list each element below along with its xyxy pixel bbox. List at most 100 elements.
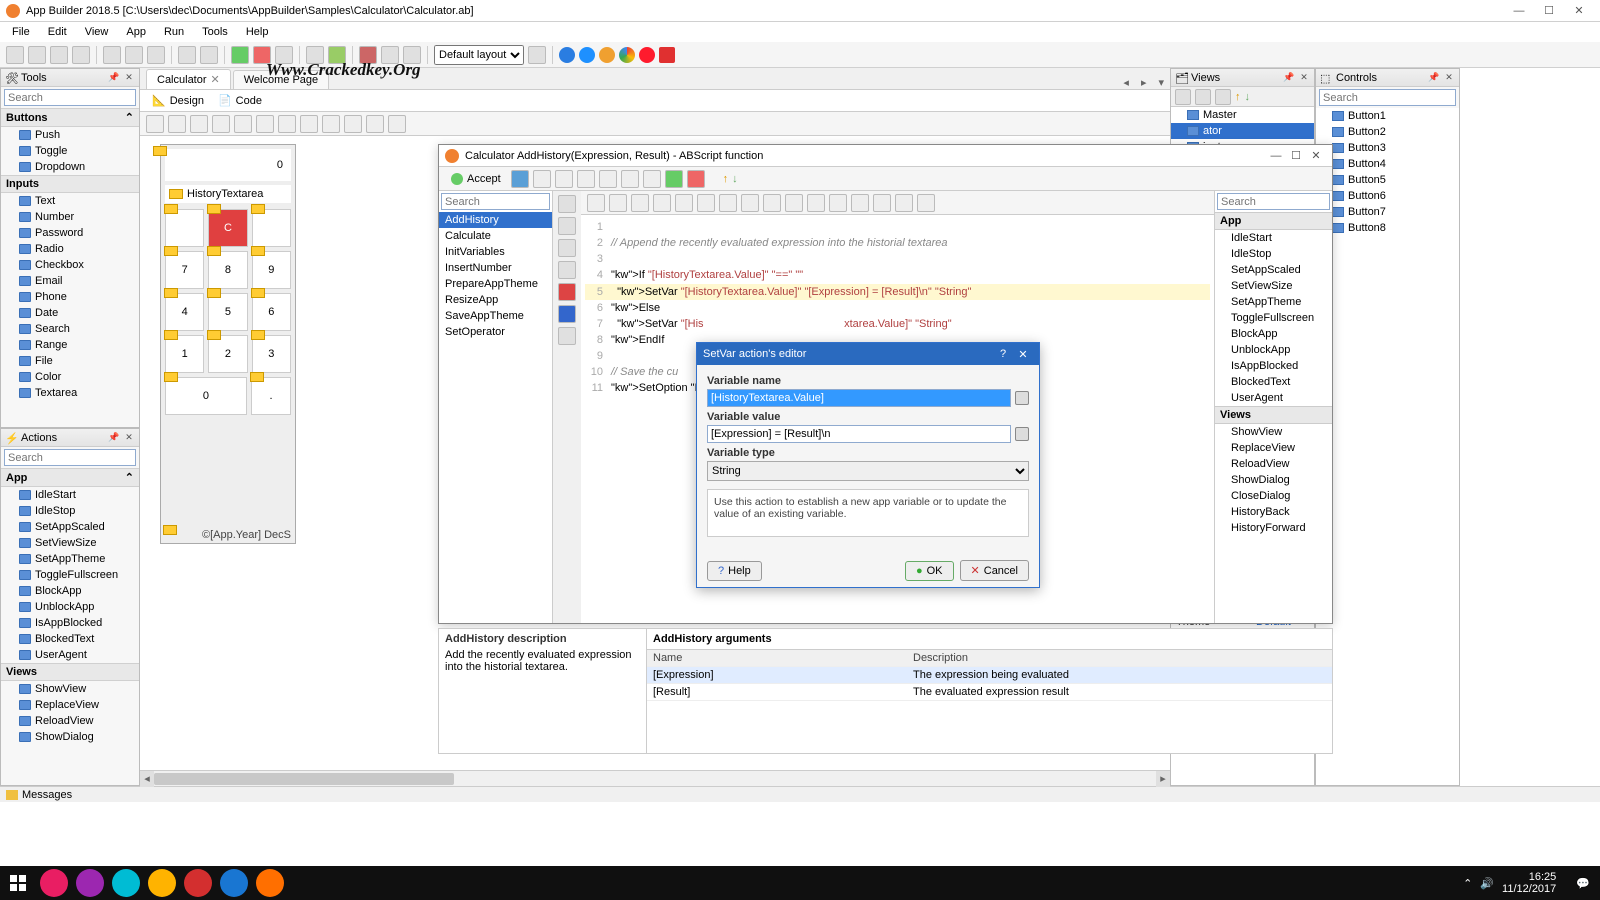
view-dup-icon[interactable] bbox=[1195, 89, 1211, 105]
dialog-close-icon[interactable]: ✕ bbox=[1013, 348, 1033, 361]
view-item[interactable]: Master bbox=[1171, 107, 1314, 123]
actions-app-group[interactable]: App⌃ bbox=[1, 468, 139, 487]
fw-remove-icon[interactable] bbox=[687, 170, 705, 188]
palette-item[interactable]: ReplaceView bbox=[1215, 440, 1332, 456]
palette-item[interactable]: BlockApp bbox=[1215, 326, 1332, 342]
start-button[interactable] bbox=[4, 869, 32, 897]
tools-search[interactable] bbox=[4, 89, 136, 106]
tb-cut-icon[interactable] bbox=[103, 46, 121, 64]
mi-word-icon[interactable] bbox=[558, 305, 576, 323]
views-pin-icon[interactable]: 📌 bbox=[1283, 72, 1295, 84]
palette-item[interactable]: HistoryForward bbox=[1215, 520, 1332, 536]
palette-item[interactable]: UserAgent bbox=[1215, 390, 1332, 406]
chrome-icon[interactable] bbox=[619, 47, 635, 63]
edge-icon[interactable] bbox=[559, 47, 575, 63]
minimize-button[interactable]: — bbox=[1504, 5, 1534, 17]
list-item[interactable]: Number bbox=[1, 209, 139, 225]
tb-redo-icon[interactable] bbox=[200, 46, 218, 64]
ct-redo-icon[interactable] bbox=[807, 194, 825, 212]
tb-new-icon[interactable] bbox=[6, 46, 24, 64]
menu-file[interactable]: File bbox=[4, 24, 38, 40]
view-up-icon[interactable]: ↑ bbox=[1235, 91, 1241, 103]
mi-note-icon[interactable] bbox=[558, 327, 576, 345]
list-item[interactable]: ReplaceView bbox=[1, 697, 139, 713]
fw-del-icon[interactable] bbox=[577, 170, 595, 188]
opera-icon[interactable] bbox=[639, 47, 655, 63]
dt-align4-icon[interactable] bbox=[322, 115, 340, 133]
fw-dup-icon[interactable] bbox=[555, 170, 573, 188]
ct-format-icon[interactable] bbox=[895, 194, 913, 212]
list-item[interactable]: SetAppTheme bbox=[1, 551, 139, 567]
tb-save-icon[interactable] bbox=[50, 46, 68, 64]
menu-run[interactable]: Run bbox=[156, 24, 192, 40]
taskbar-app2-icon[interactable] bbox=[76, 869, 104, 897]
layout-select[interactable]: Default layout bbox=[434, 45, 524, 65]
list-item[interactable]: Radio bbox=[1, 241, 139, 257]
firefox-icon[interactable] bbox=[599, 47, 615, 63]
dt-select-icon[interactable] bbox=[146, 115, 164, 133]
tab-menu-icon[interactable]: ▾ bbox=[1152, 76, 1170, 89]
list-item[interactable]: Button2 bbox=[1316, 124, 1459, 140]
tray-volume-icon[interactable]: 🔊 bbox=[1480, 877, 1494, 890]
dt-snap-icon[interactable] bbox=[190, 115, 208, 133]
tb-copy-icon[interactable] bbox=[125, 46, 143, 64]
tab-welcome[interactable]: Welcome Page bbox=[233, 70, 329, 89]
list-item[interactable]: ShowDialog bbox=[1, 729, 139, 745]
fw-new-icon[interactable] bbox=[533, 170, 551, 188]
fw-help-icon[interactable] bbox=[511, 170, 529, 188]
taskbar-app7-icon[interactable] bbox=[256, 869, 284, 897]
palette-item[interactable]: CloseDialog bbox=[1215, 488, 1332, 504]
tab-nav-right-icon[interactable]: ▸ bbox=[1135, 76, 1153, 89]
actions-views-group[interactable]: Views bbox=[1, 663, 139, 681]
palette-item[interactable]: SetAppTheme bbox=[1215, 294, 1332, 310]
ct-undo-icon[interactable] bbox=[785, 194, 803, 212]
ct-print-icon[interactable] bbox=[631, 194, 649, 212]
list-item[interactable]: Toggle bbox=[1, 143, 139, 159]
list-item[interactable]: IdleStart bbox=[1, 487, 139, 503]
view-down-icon[interactable]: ↓ bbox=[1245, 91, 1251, 103]
palette-item[interactable]: SetAppScaled bbox=[1215, 262, 1332, 278]
tb-undo-icon[interactable] bbox=[178, 46, 196, 64]
palette-item[interactable]: SetViewSize bbox=[1215, 278, 1332, 294]
controls-close-icon[interactable]: ✕ bbox=[1443, 72, 1455, 84]
function-item[interactable]: AddHistory bbox=[439, 212, 552, 228]
mi-code-icon[interactable] bbox=[558, 217, 576, 235]
list-item[interactable]: Checkbox bbox=[1, 257, 139, 273]
ie-icon[interactable] bbox=[579, 47, 595, 63]
tb-layout-save-icon[interactable] bbox=[528, 46, 546, 64]
tab-nav-left-icon[interactable]: ◂ bbox=[1117, 76, 1135, 89]
calc-button[interactable]: . bbox=[251, 377, 291, 415]
vivaldi-icon[interactable] bbox=[659, 47, 675, 63]
list-item[interactable]: Dropdown bbox=[1, 159, 139, 175]
ct-copy-icon[interactable] bbox=[741, 194, 759, 212]
palette-item[interactable]: IdleStop bbox=[1215, 246, 1332, 262]
ct-tool-icon[interactable] bbox=[917, 194, 935, 212]
tb-globe-icon[interactable] bbox=[381, 46, 399, 64]
ct-zoom-in-icon[interactable] bbox=[851, 194, 869, 212]
var-value-browse-icon[interactable] bbox=[1015, 427, 1029, 441]
taskbar-app4-icon[interactable] bbox=[148, 869, 176, 897]
tb-run-icon[interactable] bbox=[231, 46, 249, 64]
function-item[interactable]: SetOperator bbox=[439, 324, 552, 340]
list-item[interactable]: SetAppScaled bbox=[1, 519, 139, 535]
palette-item[interactable]: IsAppBlocked bbox=[1215, 358, 1332, 374]
list-item[interactable]: Textarea bbox=[1, 385, 139, 401]
calc-button[interactable]: 6 bbox=[252, 293, 291, 331]
list-item[interactable]: IsAppBlocked bbox=[1, 615, 139, 631]
menu-edit[interactable]: Edit bbox=[40, 24, 75, 40]
function-item[interactable]: Calculate bbox=[439, 228, 552, 244]
list-item[interactable]: IdleStop bbox=[1, 503, 139, 519]
tools-inputs-group[interactable]: Inputs bbox=[1, 175, 139, 193]
dt-tool-icon[interactable] bbox=[388, 115, 406, 133]
messages-bar[interactable]: Messages bbox=[0, 786, 1600, 802]
fw-add-icon[interactable] bbox=[665, 170, 683, 188]
mi-book-icon[interactable] bbox=[558, 195, 576, 213]
list-item[interactable]: Text bbox=[1, 193, 139, 209]
fw-edit-icon[interactable] bbox=[643, 170, 661, 188]
calc-button[interactable]: 7 bbox=[165, 251, 204, 289]
palette-item[interactable]: IdleStart bbox=[1215, 230, 1332, 246]
fw-down-icon[interactable] bbox=[621, 170, 639, 188]
calc-button[interactable]: 0 bbox=[165, 377, 247, 415]
palette-item[interactable]: ReloadView bbox=[1215, 456, 1332, 472]
views-close-icon[interactable]: ✕ bbox=[1298, 72, 1310, 84]
